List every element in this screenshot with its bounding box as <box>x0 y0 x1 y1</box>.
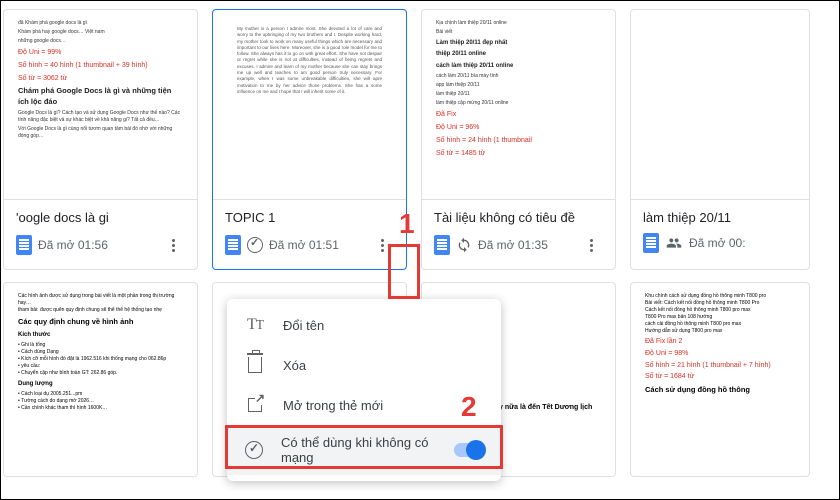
doc-card[interactable]: My mother is a person I admire most. She… <box>212 9 407 270</box>
docs-icon <box>16 235 32 255</box>
doc-preview <box>631 10 809 200</box>
doc-preview: Kịa chính làm thiệp 20/11 online Bài viế… <box>422 10 615 200</box>
doc-title: Tài liệu không có tiêu đề <box>434 210 603 225</box>
doc-card[interactable]: Kịa chính làm thiệp 20/11 online Bài viế… <box>421 9 616 270</box>
doc-card[interactable]: Khu chính cách sử dụng đồng hồ thông min… <box>630 282 810 477</box>
doc-preview: đã Khám phá google docs là gì Khám phá h… <box>4 10 197 200</box>
menu-open-new-tab[interactable]: Mở trong thẻ mới <box>227 385 501 425</box>
shared-icon <box>665 235 683 251</box>
doc-card[interactable]: làm thiệp 20/11 Đã mở 00: <box>630 9 810 270</box>
docs-icon <box>643 233 659 253</box>
open-time: Đã mở 01:56 <box>38 238 155 252</box>
sync-icon <box>456 237 472 253</box>
open-time: Đã mở 00: <box>689 236 797 250</box>
docs-icon <box>434 235 450 255</box>
docs-icon <box>225 235 241 255</box>
annotation-box-2 <box>225 425 503 469</box>
menu-label: Xóa <box>283 358 306 373</box>
doc-title: 'oogle docs là gi <box>16 210 185 225</box>
doc-title: TOPIC 1 <box>225 210 394 225</box>
rename-icon: TT <box>245 315 265 335</box>
doc-card[interactable]: Các hình ảnh được sử dụng trong bài viết… <box>3 282 198 477</box>
menu-label: Đổi tên <box>283 318 324 333</box>
annotation-box-1 <box>388 244 420 299</box>
open-time: Đã mở 01:35 <box>478 238 573 252</box>
menu-rename[interactable]: TT Đổi tên <box>227 305 501 345</box>
menu-label: Mở trong thẻ mới <box>283 398 383 413</box>
open-new-tab-icon <box>245 395 265 415</box>
doc-title: làm thiệp 20/11 <box>643 210 797 225</box>
annotation-label-2: 2 <box>461 391 477 423</box>
doc-grid: đã Khám phá google docs là gì Khám phá h… <box>1 1 839 278</box>
doc-card[interactable]: đã Khám phá google docs là gì Khám phá h… <box>3 9 198 270</box>
more-button[interactable] <box>161 233 185 257</box>
offline-available-icon <box>247 237 263 253</box>
open-time: Đã mở 01:51 <box>269 238 364 252</box>
trash-icon <box>245 355 265 375</box>
doc-preview: My mother is a person I admire most. She… <box>213 10 406 200</box>
menu-delete[interactable]: Xóa <box>227 345 501 385</box>
annotation-label-1: 1 <box>399 208 415 240</box>
more-button[interactable] <box>579 233 603 257</box>
